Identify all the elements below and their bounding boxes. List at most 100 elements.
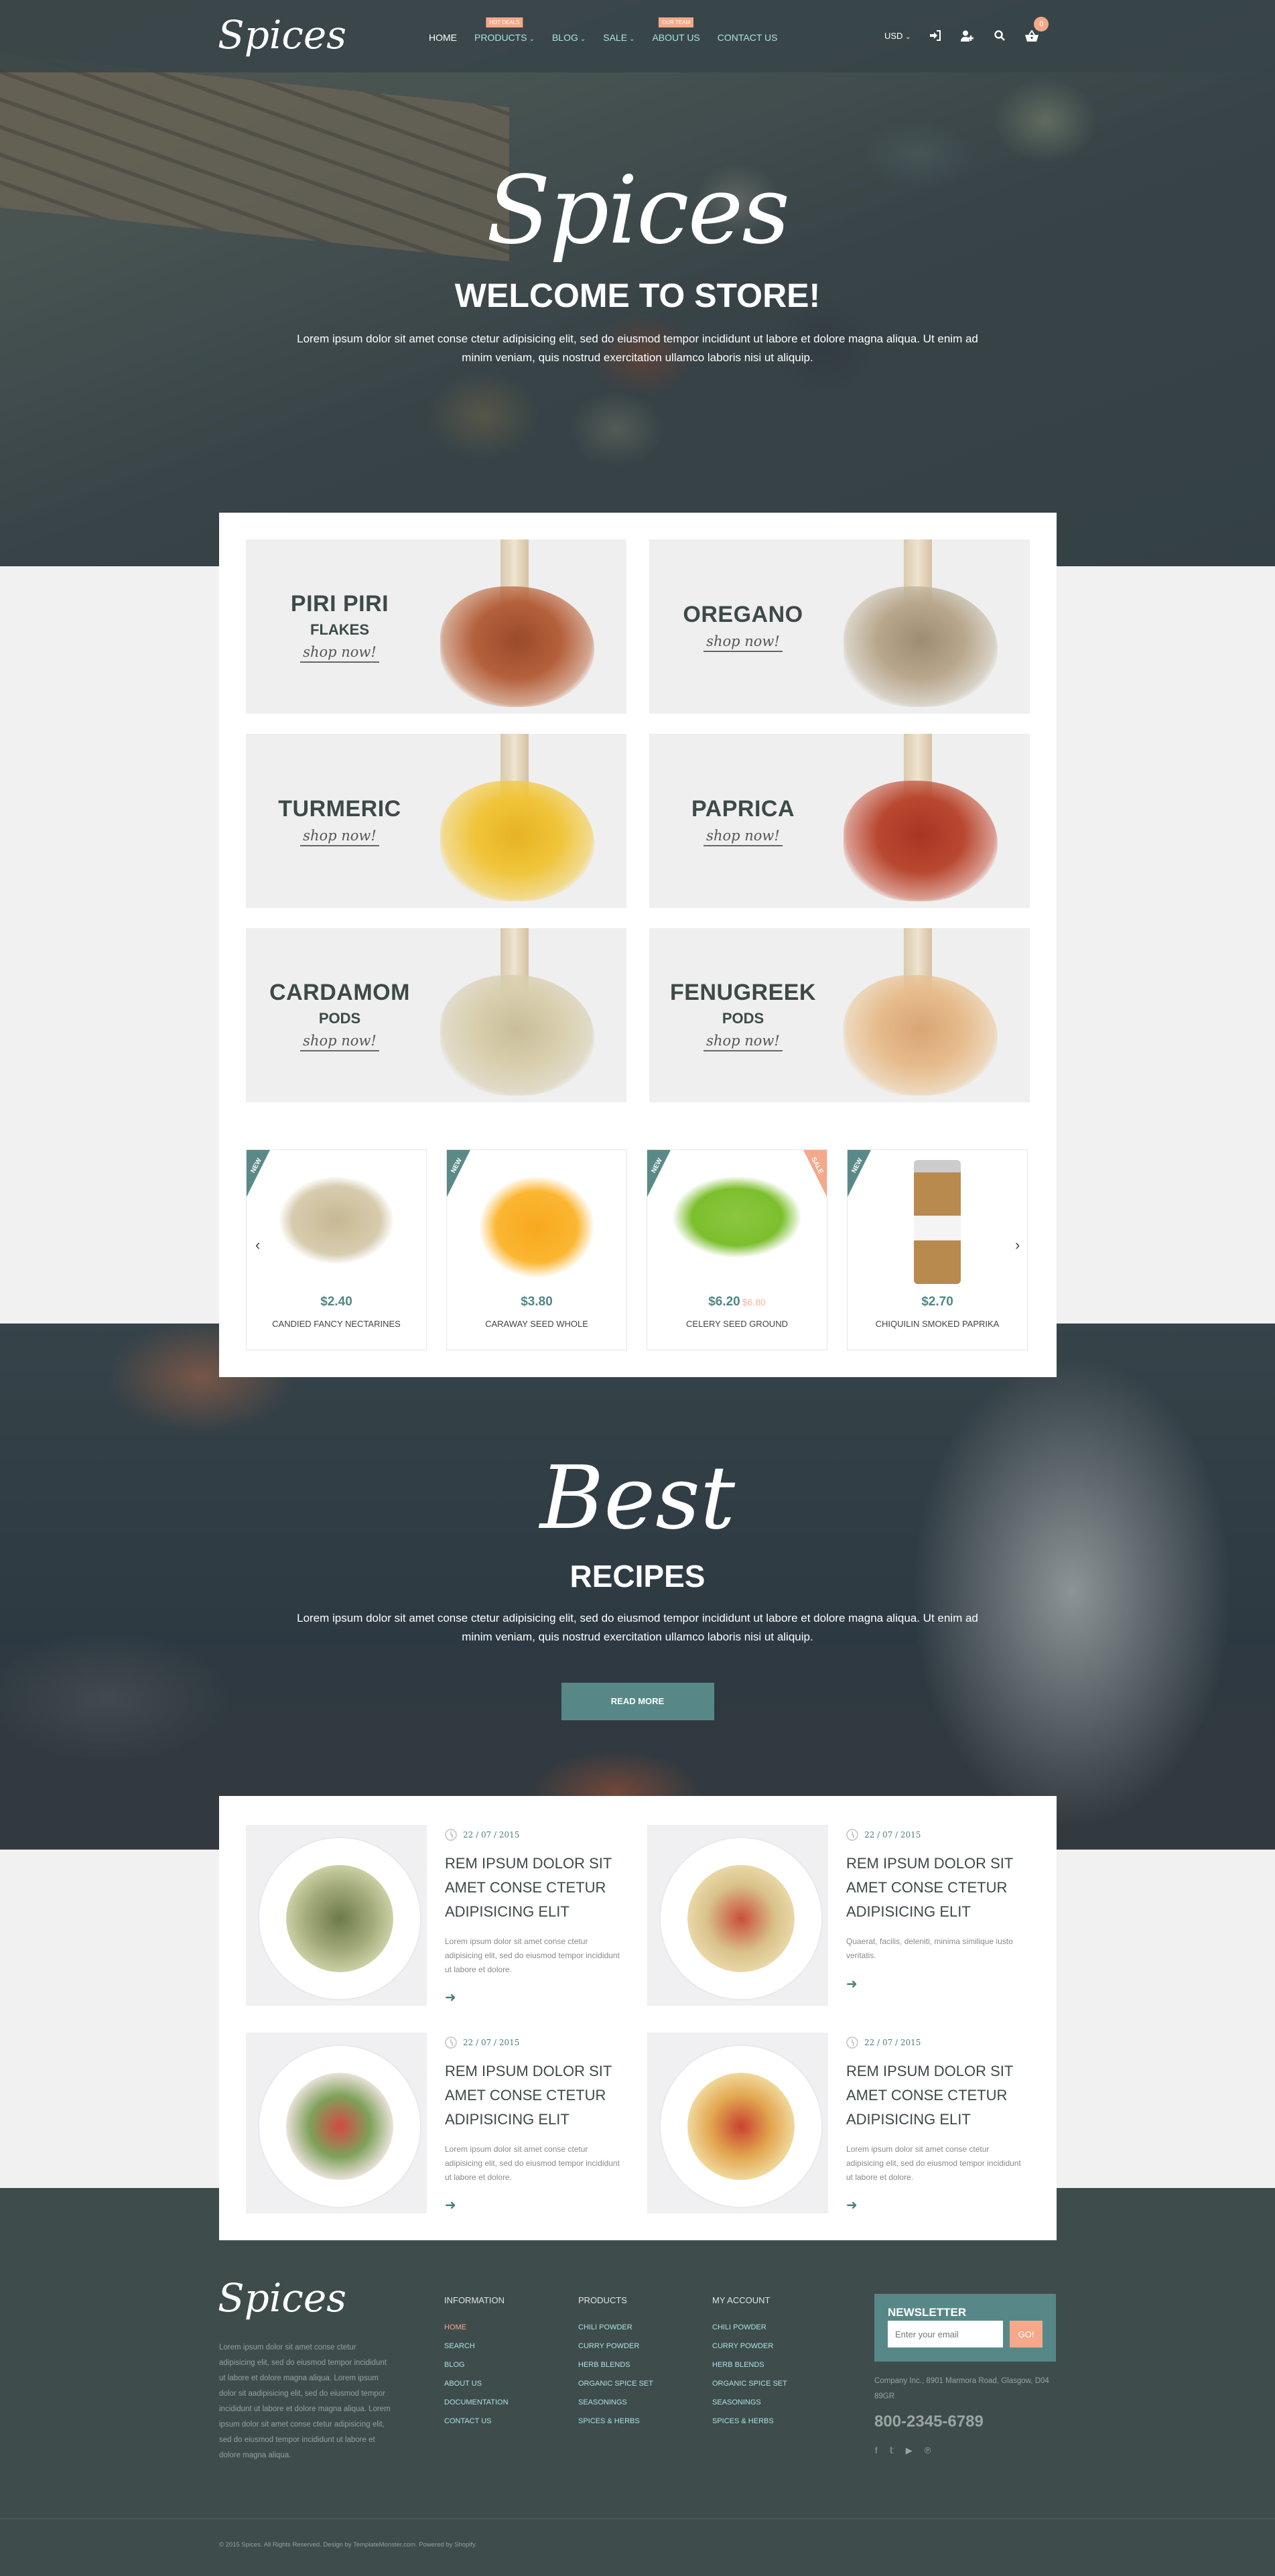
footer-logo[interactable]: Spices xyxy=(218,2275,346,2321)
blog-container: 22 / 07 / 2015 REM IPSUM DOLOR SIT AMET … xyxy=(219,1796,1057,2240)
product-card[interactable]: NEW SALE $6.20 $6.80 CELERY SEED GROUND xyxy=(647,1149,827,1350)
product-name[interactable]: CARAWAY SEED WHOLE xyxy=(447,1319,626,1329)
footer-link[interactable]: CONTACT US xyxy=(444,2417,509,2425)
login-icon[interactable] xyxy=(928,28,943,43)
recipes-text: Lorem ipsum dolor sit amet conse ctetur … xyxy=(297,1612,978,1643)
footer-link[interactable]: CURRY POWDER xyxy=(578,2342,653,2350)
product-card[interactable]: NEW $3.80 CARAWAY SEED WHOLE xyxy=(446,1149,627,1350)
shop-now-link[interactable]: shop now! xyxy=(703,633,783,652)
footer-link[interactable]: SPICES & HERBS xyxy=(578,2417,653,2425)
shop-now-link[interactable]: shop now! xyxy=(703,828,783,846)
clock-icon xyxy=(445,2037,457,2049)
nav-home[interactable]: HOME xyxy=(429,32,457,43)
new-ribbon xyxy=(247,1150,270,1197)
product-name[interactable]: CANDIED FANCY NECTARINES xyxy=(247,1319,426,1329)
newsletter-submit-button[interactable]: GO! xyxy=(1010,2321,1043,2347)
blog-post: 22 / 07 / 2015 REM IPSUM DOLOR SIT AMET … xyxy=(647,1825,1026,2006)
arrow-right-icon[interactable]: ➜ xyxy=(445,1989,456,2006)
arrow-right-icon[interactable]: ➜ xyxy=(846,1976,858,1992)
footer-about-text: Lorem ipsum dolor sit amet conse ctetur … xyxy=(219,2343,391,2459)
newsletter-email-input[interactable] xyxy=(888,2321,1003,2347)
category-card-fenugreek[interactable]: FENUGREEK PODS shop now! xyxy=(649,928,1030,1102)
arrow-right-icon[interactable]: ➜ xyxy=(846,2197,858,2213)
product-price: $2.70 xyxy=(848,1295,1027,1309)
nav-blog[interactable]: BLOG ⌄ xyxy=(552,32,586,43)
twitter-icon[interactable]: 𝕥 xyxy=(890,2445,894,2456)
arrow-right-icon[interactable]: ➜ xyxy=(445,2197,456,2213)
logo[interactable]: Spices xyxy=(218,8,346,62)
recipes-banner: Best RECIPES Lorem ipsum dolor sit amet … xyxy=(0,1324,1275,1850)
footer-link[interactable]: ABOUT US xyxy=(444,2380,509,2388)
nav-about[interactable]: OUR TEAM ABOUT US xyxy=(652,17,700,43)
category-card-paprica[interactable]: PAPRICA shop now! xyxy=(649,734,1030,908)
footer-col-title: INFORMATION xyxy=(444,2295,505,2305)
footer-link[interactable]: SEARCH xyxy=(444,2342,509,2350)
spice-image xyxy=(844,586,998,707)
post-title[interactable]: REM IPSUM DOLOR SIT AMET CONSE CTETUR AD… xyxy=(445,1852,624,1924)
category-card-turmeric[interactable]: TURMERIC shop now! xyxy=(246,734,626,908)
footer-link[interactable]: BLOG xyxy=(444,2361,509,2369)
footer-col-information: INFORMATION HOME SEARCH BLOG ABOUT US DO… xyxy=(444,2295,509,2436)
shop-now-link[interactable]: shop now! xyxy=(703,1033,783,1051)
youtube-icon[interactable]: ▶ xyxy=(906,2445,913,2456)
post-title[interactable]: REM IPSUM DOLOR SIT AMET CONSE CTETUR AD… xyxy=(846,2059,1026,2132)
pinterest-icon[interactable]: ℗ xyxy=(925,2445,931,2456)
product-name[interactable]: CHIQUILIN SMOKED PAPRIKA xyxy=(848,1319,1027,1329)
footer-link[interactable]: HERB BLENDS xyxy=(578,2361,653,2369)
footer-link[interactable]: ORGANIC SPICE SET xyxy=(712,2380,787,2388)
product-card[interactable]: NEW $2.40 CANDIED FANCY NECTARINES xyxy=(246,1149,427,1350)
footer-link[interactable]: SEASONINGS xyxy=(712,2398,787,2406)
category-sub: PODS xyxy=(318,1009,361,1027)
shop-now-link[interactable]: shop now! xyxy=(300,644,379,663)
price-value: $2.40 xyxy=(320,1295,352,1309)
post-image[interactable] xyxy=(246,2033,427,2213)
carousel-next-arrow-icon[interactable]: › xyxy=(1015,1236,1020,1254)
footer-link[interactable]: SPICES & HERBS xyxy=(712,2417,787,2425)
nav-label: BLOG xyxy=(551,32,578,43)
post-image[interactable] xyxy=(246,1825,427,2006)
category-card-oregano[interactable]: OREGANO shop now! xyxy=(649,539,1030,714)
nav-sale[interactable]: SALE ⌄ xyxy=(603,32,634,43)
category-card-cardamom[interactable]: CARDAMOM PODS shop now! xyxy=(246,928,626,1102)
search-icon[interactable] xyxy=(992,28,1007,43)
cart-count-badge: 0 xyxy=(1034,17,1049,31)
carousel-prev-arrow-icon[interactable]: ‹ xyxy=(255,1236,260,1254)
product-card[interactable]: NEW $2.70 CHIQUILIN SMOKED PAPRIKA xyxy=(847,1149,1028,1350)
product-image xyxy=(480,1177,594,1277)
footer-link[interactable]: HOME xyxy=(444,2323,509,2331)
blog-post: 22 / 07 / 2015 REM IPSUM DOLOR SIT AMET … xyxy=(246,1825,624,2006)
new-ribbon xyxy=(647,1150,671,1197)
register-user-icon[interactable] xyxy=(960,28,975,43)
product-carousel: NEW $2.40 CANDIED FANCY NECTARINES NEW $… xyxy=(246,1149,1030,1350)
nav-contact[interactable]: CONTACT US xyxy=(718,32,778,43)
footer-link[interactable]: CHILI POWDER xyxy=(578,2323,653,2331)
footer-link[interactable]: DOCUMENTATION xyxy=(444,2398,509,2406)
spice-image xyxy=(844,781,998,901)
site-header: Spices HOME HOT DEALS PRODUCTS ⌄ BLOG ⌄ SAL… xyxy=(0,0,1275,72)
currency-select[interactable]: USD ⌄ xyxy=(884,31,911,41)
facebook-icon[interactable]: f xyxy=(875,2445,878,2456)
cart-icon[interactable]: 0 xyxy=(1024,17,1049,43)
product-name[interactable]: CELERY SEED GROUND xyxy=(647,1319,827,1329)
shop-now-link[interactable]: shop now! xyxy=(300,828,379,846)
blog-post: 22 / 07 / 2015 REM IPSUM DOLOR SIT AMET … xyxy=(246,2033,624,2213)
post-title[interactable]: REM IPSUM DOLOR SIT AMET CONSE CTETUR AD… xyxy=(445,2059,624,2132)
nav-label: HOME xyxy=(429,32,457,43)
footer-col-products: PRODUCTS CHILI POWDER CURRY POWDER HERB … xyxy=(578,2295,653,2436)
category-card-piri-piri[interactable]: PIRI PIRI FLAKES shop now! xyxy=(246,539,626,714)
post-excerpt: Lorem ipsum dolor sit amet conse ctetur … xyxy=(445,1937,620,1974)
nav-products[interactable]: HOT DEALS PRODUCTS ⌄ xyxy=(474,17,535,43)
footer-link[interactable]: HERB BLENDS xyxy=(712,2361,787,2369)
footer-link[interactable]: ORGANIC SPICE SET xyxy=(578,2380,653,2388)
post-image[interactable] xyxy=(647,2033,828,2213)
post-title[interactable]: REM IPSUM DOLOR SIT AMET CONSE CTETUR AD… xyxy=(846,1852,1026,1924)
post-image[interactable] xyxy=(647,1825,828,2006)
shop-now-link[interactable]: shop now! xyxy=(300,1033,379,1051)
read-more-button[interactable]: READ MORE xyxy=(561,1683,714,1720)
hero-banner: Spices WELCOME TO STORE! Lorem ipsum dol… xyxy=(0,0,1275,566)
price-value: $6.20 xyxy=(708,1295,740,1309)
footer-link[interactable]: CHILI POWDER xyxy=(712,2323,787,2331)
spice-image xyxy=(844,975,998,1096)
footer-link[interactable]: CURRY POWDER xyxy=(712,2342,787,2350)
footer-link[interactable]: SEASONINGS xyxy=(578,2398,653,2406)
